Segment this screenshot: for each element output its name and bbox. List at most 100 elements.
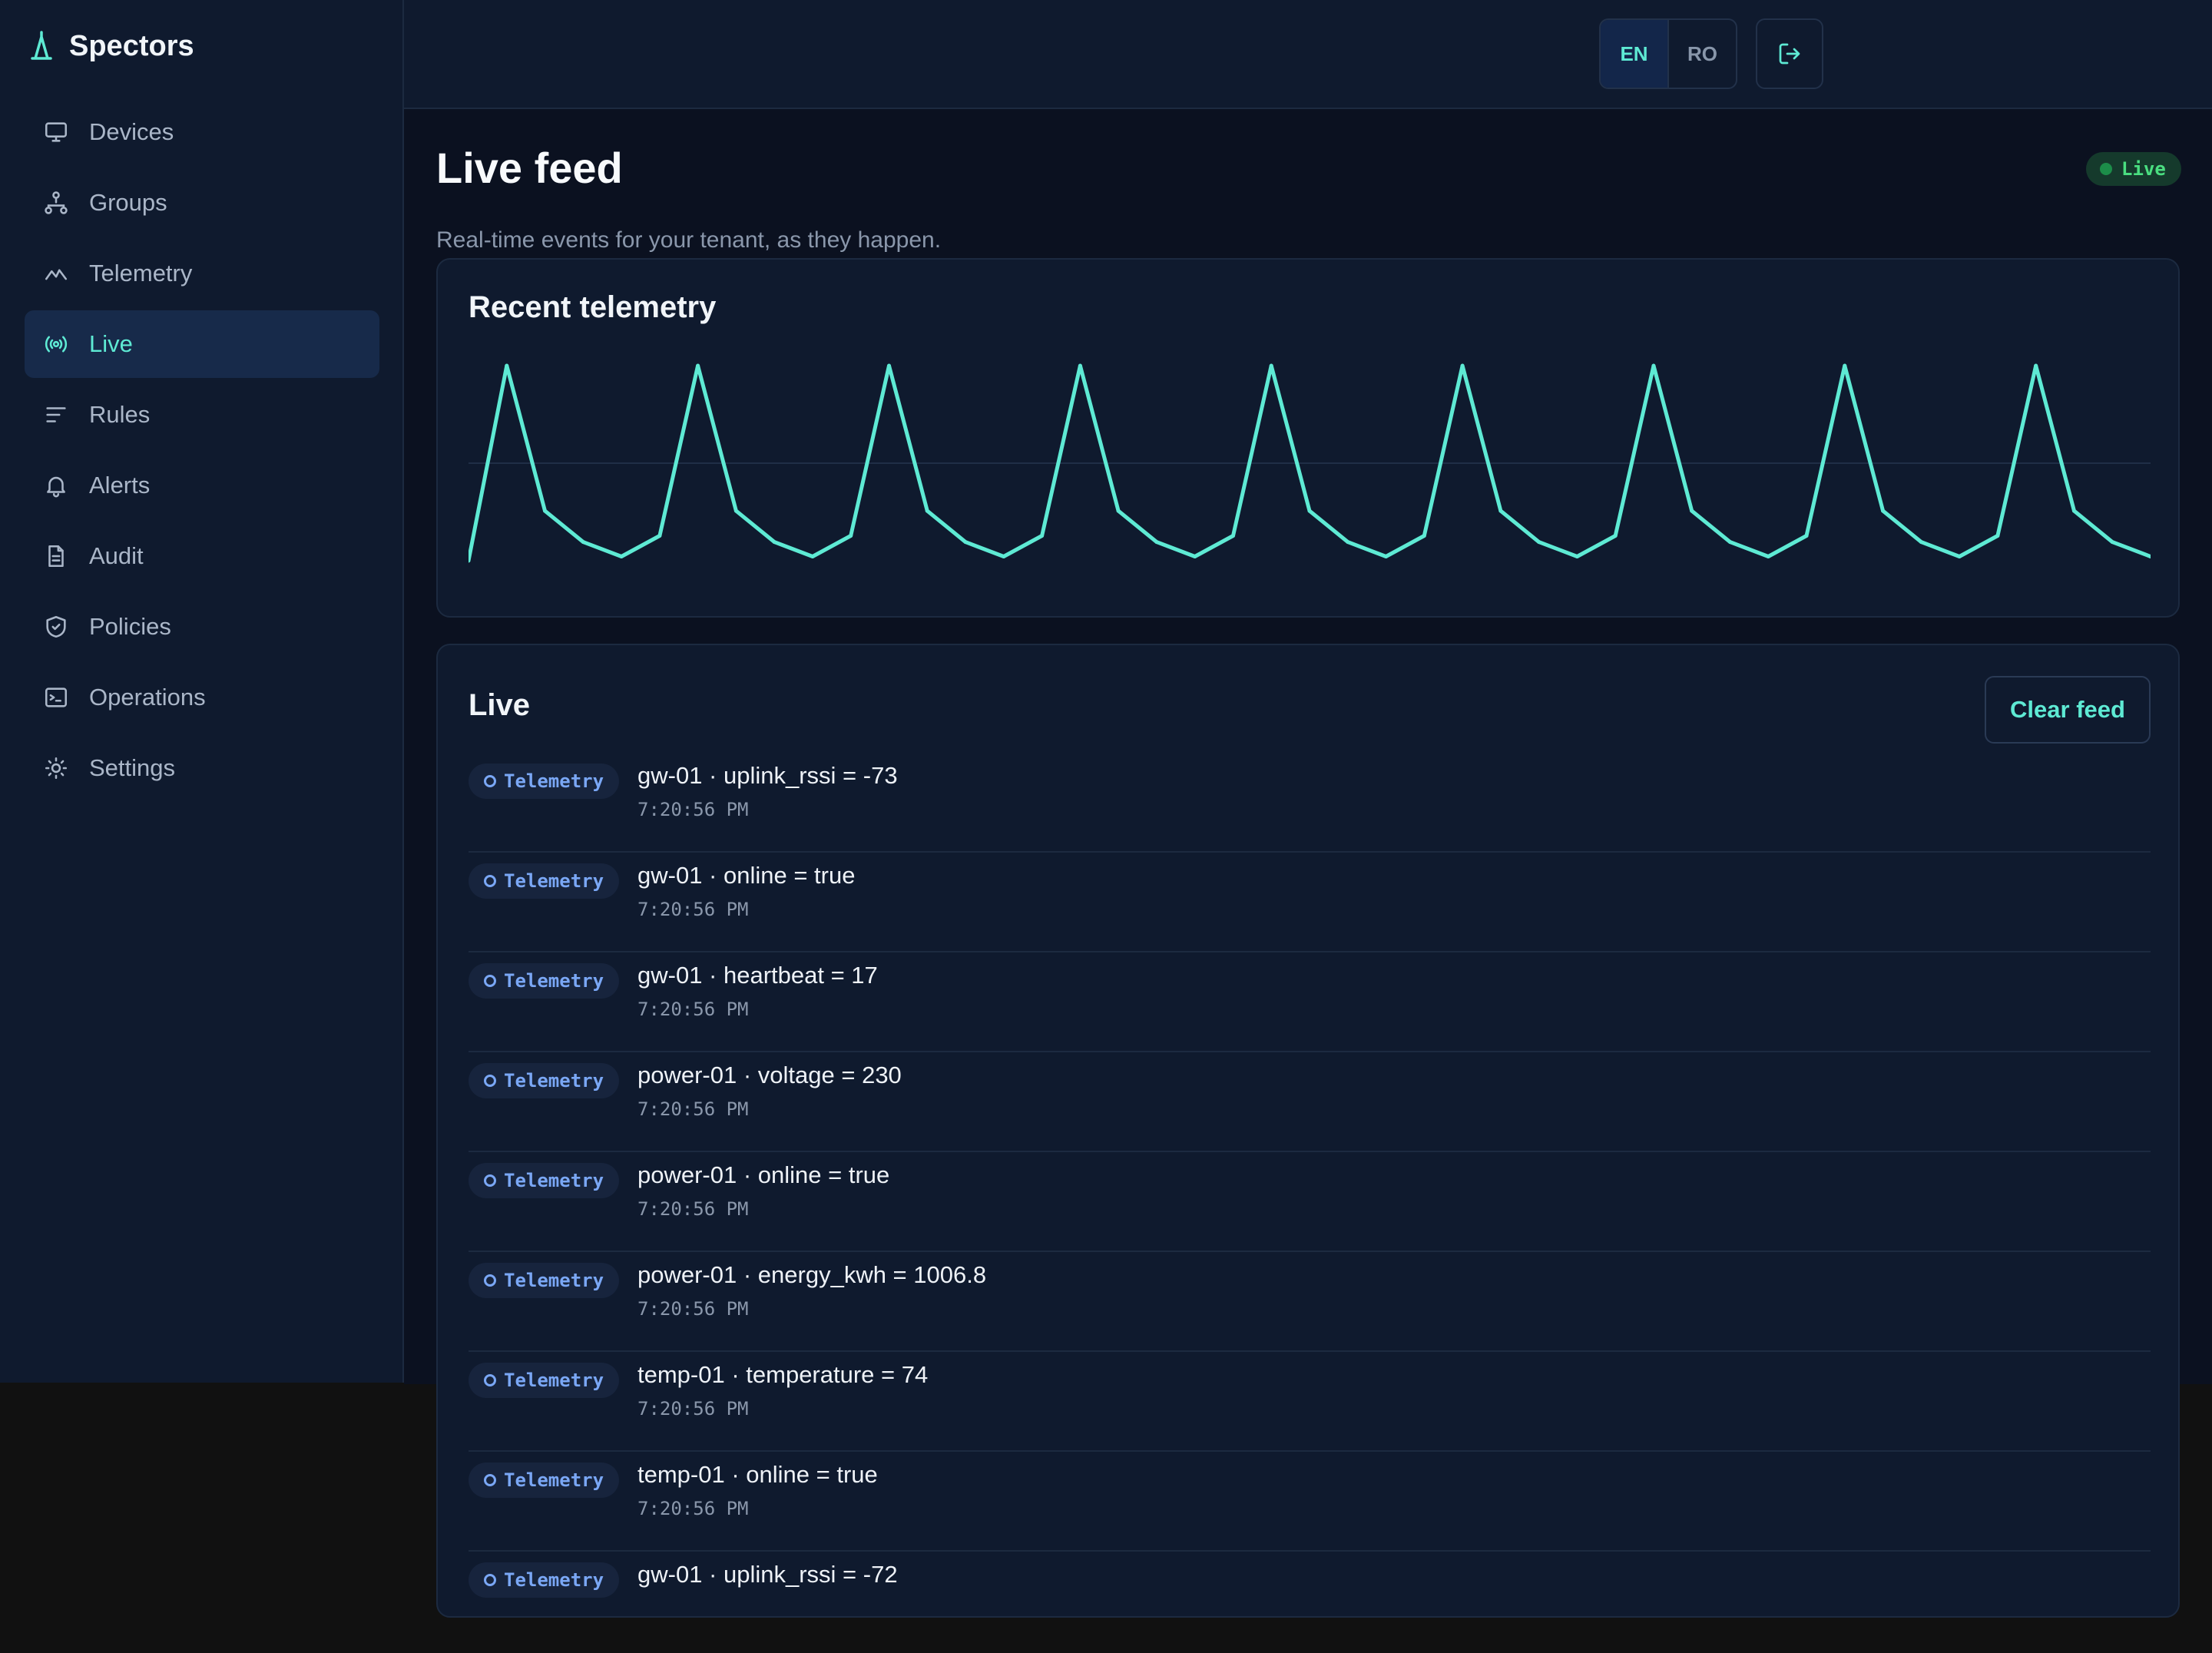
shield-icon (46, 615, 66, 638)
list-item: Telemetry gw-01 · uplink_rssi = -73 7:20:5… (469, 753, 2151, 853)
chart-point (1154, 540, 1159, 545)
event-text: temp-01 · temperature = 74 (637, 1361, 929, 1388)
clear-feed-button[interactable]: Clear feed (1985, 676, 2151, 744)
chart-point (1651, 363, 1656, 368)
chart-title: Recent telemetry (469, 290, 717, 324)
chart-point (1460, 363, 1465, 368)
terminal-icon (45, 687, 68, 707)
chart-point (733, 508, 738, 513)
event-type-badge: Telemetry (469, 963, 619, 999)
event-type-label: Telemetry (504, 770, 604, 792)
chart-point (849, 534, 853, 538)
event-time: 7:20:56 PM (637, 999, 749, 1020)
event-type-badge: Telemetry (469, 1562, 619, 1598)
logout-icon (1779, 43, 1800, 65)
sidebar-item-telemetry[interactable]: Telemetry (25, 240, 379, 307)
list-item: Telemetry gw-01 · heartbeat = 17 7:20:56 P… (469, 952, 2151, 1052)
chart-point (657, 534, 662, 538)
monitor-icon (45, 122, 68, 142)
chart-point (1766, 555, 1770, 558)
event-type-label: Telemetry (504, 1270, 604, 1291)
event-time: 7:20:56 PM (637, 899, 749, 920)
event-text: power-01 · online = true (637, 1161, 890, 1188)
sidebar-item-operations[interactable]: Operations (25, 664, 379, 731)
sidebar-item-label: Policies (89, 613, 171, 640)
event-time: 7:20:56 PM (637, 799, 749, 820)
chart-point (696, 363, 700, 368)
hierarchy-icon (45, 191, 68, 214)
chart-point (1078, 363, 1082, 368)
sidebar-item-audit[interactable]: Audit (25, 522, 379, 590)
broadcast-icon (45, 336, 68, 353)
chart-point (887, 363, 891, 368)
circle-icon (484, 1174, 496, 1187)
sidebar-item-label: Alerts (89, 472, 151, 499)
list-item: Telemetry temp-01 · online = true 7:20:56 … (469, 1452, 2151, 1552)
sidebar-item-alerts[interactable]: Alerts (25, 452, 379, 519)
chart-point (1307, 508, 1312, 513)
event-text: gw-01 · online = true (637, 862, 856, 889)
sidebar-item-policies[interactable]: Policies (25, 593, 379, 661)
chart-point (1613, 534, 1618, 538)
chart-point (619, 555, 624, 558)
event-text: temp-01 · online = true (637, 1461, 878, 1488)
chart-point (810, 555, 815, 558)
chart-point (1040, 534, 1045, 538)
chart-point (581, 540, 585, 545)
brand[interactable]: Spectors (31, 23, 194, 69)
sidebar-item-rules[interactable]: Rules (25, 381, 379, 449)
chart-point (1269, 363, 1273, 368)
lang-ro-button[interactable]: RO (1667, 20, 1736, 88)
sidebar-item-live[interactable]: Live (25, 310, 379, 378)
chart-point (1116, 508, 1121, 513)
sidebar-item-label: Live (89, 330, 133, 357)
sidebar-item-label: Audit (89, 542, 144, 569)
chart-point (1384, 555, 1389, 558)
chart-point (1995, 534, 2000, 538)
event-type-label: Telemetry (504, 1170, 604, 1191)
sidebar-item-label: Operations (89, 684, 206, 711)
sidebar-item-label: Devices (89, 118, 174, 145)
circle-icon (484, 875, 496, 887)
chart-point (1690, 508, 1694, 513)
live-feed-list: Telemetry gw-01 · uplink_rssi = -73 7:20:5… (469, 753, 2151, 1650)
sidebar-item-devices[interactable]: Devices (25, 98, 379, 166)
sidebar-item-groups[interactable]: Groups (25, 169, 379, 237)
event-time: 7:20:56 PM (637, 1098, 749, 1120)
chart-point (1230, 534, 1235, 538)
chart-point (1843, 363, 1847, 368)
lang-en-button[interactable]: EN (1601, 20, 1667, 88)
chart-point (1804, 534, 1809, 538)
chart-point (963, 540, 968, 545)
lines-icon (46, 407, 66, 422)
sidebar-item-label: Settings (89, 754, 176, 781)
event-type-badge: Telemetry (469, 1163, 619, 1198)
chart-point (543, 508, 548, 513)
event-type-badge: Telemetry (469, 1463, 619, 1498)
live-dot-icon (2100, 163, 2112, 175)
chart-point (1881, 508, 1886, 513)
circle-icon (484, 1374, 496, 1386)
list-item: Telemetry gw-01 · uplink_rssi = -72 (469, 1552, 2151, 1650)
sidebar-nav: Devices Groups Telemetry Live Rules Aler… (25, 98, 379, 805)
logout-button[interactable] (1756, 18, 1823, 89)
chart-point (1537, 540, 1541, 545)
sidebar-item-label: Groups (89, 189, 167, 216)
chart-point (505, 363, 509, 368)
circle-icon (484, 775, 496, 787)
event-time: 7:20:56 PM (637, 1198, 749, 1220)
list-item: Telemetry power-01 · online = true 7:20:56… (469, 1152, 2151, 1252)
chart-point (925, 508, 929, 513)
event-type-label: Telemetry (504, 870, 604, 892)
list-item: Telemetry power-01 · energy_kwh = 1006.8 7… (469, 1252, 2151, 1352)
chart-point (2110, 540, 2114, 545)
event-text: gw-01 · uplink_rssi = -73 (637, 762, 898, 789)
sidebar-item-label: Rules (89, 401, 151, 428)
recent-telemetry-card: Recent telemetry (436, 258, 2180, 618)
event-text: power-01 · energy_kwh = 1006.8 (637, 1261, 987, 1288)
chart-point (772, 540, 777, 545)
event-type-label: Telemetry (504, 970, 604, 992)
circle-icon (484, 975, 496, 987)
live-status-badge: Live (2086, 152, 2181, 186)
sidebar-item-settings[interactable]: Settings (25, 734, 379, 802)
